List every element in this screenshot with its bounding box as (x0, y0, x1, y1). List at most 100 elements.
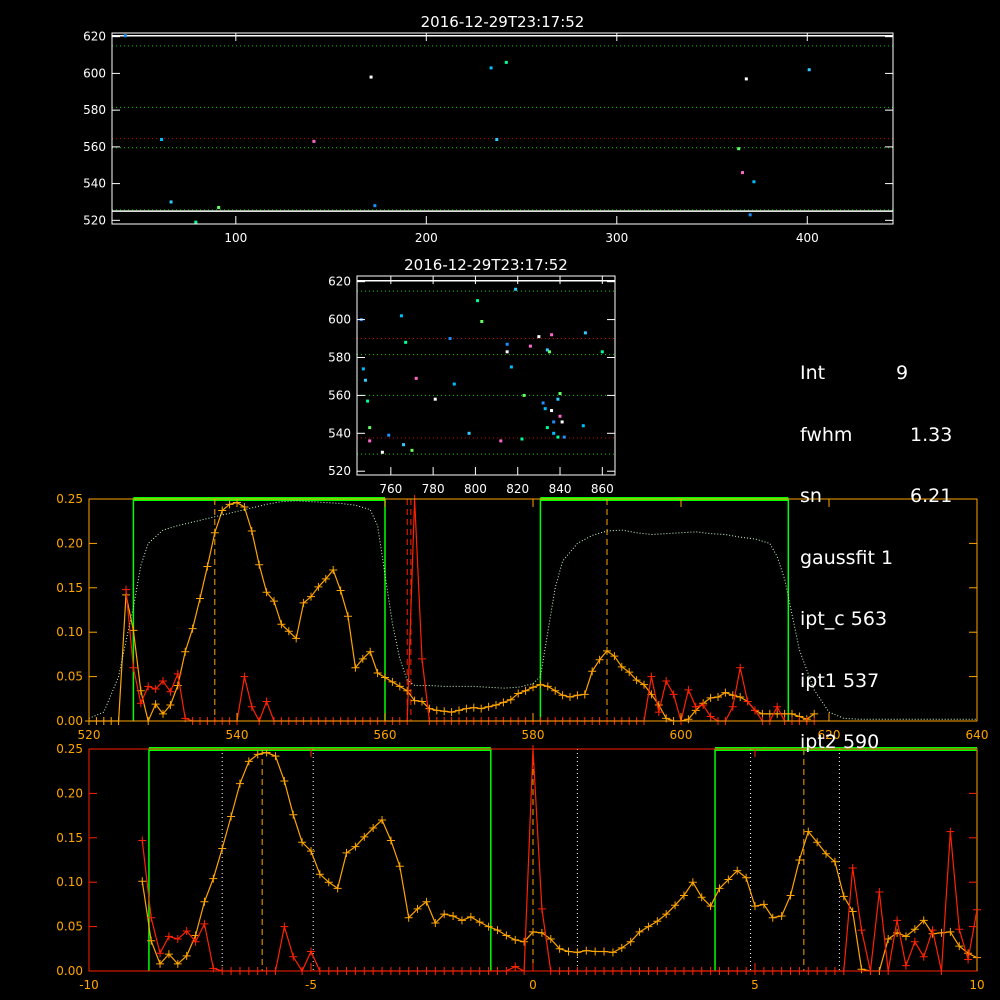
series-marker-orange (475, 918, 484, 927)
series-marker-orange (788, 709, 796, 718)
series-marker-orange (759, 900, 768, 909)
data-point (560, 420, 564, 424)
series-marker-red (280, 922, 289, 931)
data-point (562, 435, 566, 439)
x-tick-label: 640 (966, 728, 989, 742)
data-point (399, 314, 403, 318)
data-point (543, 407, 547, 411)
data-point (373, 204, 377, 208)
data-point (558, 392, 562, 396)
x-tick-label: 400 (796, 231, 819, 245)
series-marker-orange (536, 680, 545, 689)
series-marker-orange (521, 686, 530, 695)
series-marker-orange (566, 693, 574, 702)
data-point (480, 319, 484, 323)
y-tick-label: 0.25 (56, 742, 83, 756)
series-marker-orange (644, 922, 653, 931)
x-tick-label: 800 (464, 482, 487, 496)
series-marker-red (122, 585, 130, 594)
data-point (550, 333, 554, 337)
series-marker-red (706, 712, 715, 721)
series-marker-orange (247, 526, 256, 535)
series-marker-orange (751, 902, 759, 911)
series-marker-orange (462, 704, 471, 713)
series-marker-orange (617, 943, 626, 952)
axes-frame (356, 275, 616, 476)
series-marker-red (418, 654, 426, 663)
series-marker-orange (946, 927, 955, 936)
series-marker-orange (499, 698, 508, 707)
x-tick-label: -10 (79, 978, 99, 992)
data-point (467, 431, 471, 435)
series-marker-red (200, 919, 209, 928)
plot-title: 2016-12-29T23:17:52 (421, 13, 585, 31)
series-line-red (125, 498, 815, 723)
data-point (514, 287, 518, 291)
data-point (217, 205, 221, 209)
series-marker-orange (395, 682, 404, 691)
series-marker-orange (209, 874, 218, 883)
series-marker-red (691, 702, 700, 711)
data-point (312, 139, 316, 143)
series-marker-red (511, 962, 520, 971)
series-marker-orange (582, 946, 591, 955)
series-marker-red (699, 701, 708, 710)
series-marker-orange (227, 812, 236, 821)
data-point (160, 138, 164, 142)
series-marker-orange (617, 662, 626, 671)
data-point (452, 382, 456, 386)
data-point (509, 365, 513, 369)
series-marker-orange (138, 877, 147, 886)
plot-panel-2: 2016-12-29T23:17:52 760 780 800 820 840 860 520… (328, 256, 616, 496)
x-tick-label: 520 (78, 728, 101, 742)
y-tick-label: 560 (83, 140, 106, 154)
series-marker-orange (706, 693, 715, 702)
series-marker-orange (588, 667, 597, 676)
series-marker-red (946, 827, 955, 836)
data-point (556, 435, 560, 439)
x-tick-label: 5 (751, 978, 759, 992)
data-point (807, 68, 811, 72)
y-tick-label: 520 (328, 464, 351, 478)
x-tick-label: 0 (529, 978, 537, 992)
series-marker-orange (469, 703, 478, 712)
data-point (414, 376, 418, 380)
y-tick-label: 540 (83, 177, 106, 191)
info-row-fwhm: fwhm 1.33 (800, 423, 953, 446)
series-marker-orange (449, 911, 458, 920)
data-point (499, 439, 503, 443)
series-marker-orange (493, 926, 502, 935)
data-point (366, 399, 370, 403)
data-point (169, 200, 173, 204)
series-marker-orange (511, 935, 520, 944)
series-marker-orange (610, 652, 619, 661)
series-marker-orange (210, 528, 219, 537)
x-tick-label: 10 (969, 978, 984, 992)
data-point (404, 340, 408, 344)
integration-window (714, 748, 978, 971)
series-marker-orange (558, 691, 567, 700)
y-tick-label: 620 (83, 30, 106, 44)
series-marker-orange (848, 907, 857, 916)
data-point (368, 426, 372, 430)
series-marker-orange (839, 892, 848, 901)
data-point (387, 433, 391, 437)
data-point (552, 431, 556, 435)
series-marker-red (910, 937, 919, 946)
x-tick-label: 580 (522, 728, 545, 742)
series-marker-red (262, 697, 271, 706)
plot-title: 2016-12-29T23:17:52 (404, 256, 568, 274)
series-marker-orange (255, 560, 264, 569)
data-point (520, 437, 524, 441)
series-marker-orange (333, 884, 342, 893)
series-marker-orange (235, 779, 244, 788)
series-marker-red (129, 663, 138, 672)
data-point (368, 439, 372, 443)
series-marker-red (537, 904, 546, 913)
info-row-int: Int 9 (800, 362, 909, 384)
series-marker-orange (271, 752, 280, 761)
data-point (505, 342, 509, 346)
series-marker-orange (551, 686, 560, 695)
data-point (744, 77, 748, 81)
series-marker-orange (608, 948, 617, 957)
